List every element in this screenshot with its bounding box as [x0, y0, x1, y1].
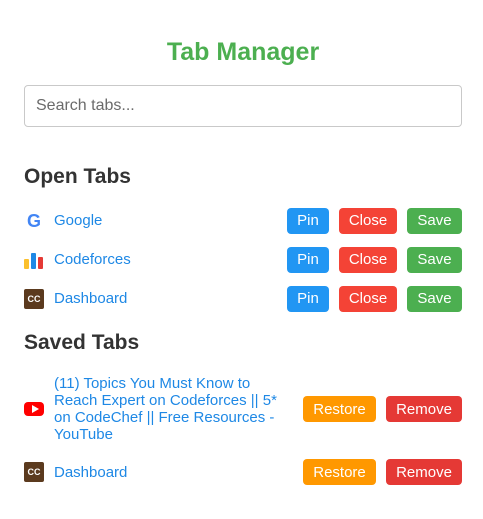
tab-manager-app: Tab Manager Open Tabs G Google Pin Close…: [0, 0, 483, 519]
app-title: Tab Manager: [166, 38, 320, 66]
open-tab-actions: Pin Close Save: [287, 207, 462, 234]
open-tab-actions: Pin Close Save: [287, 246, 462, 273]
saved-tab-actions: Restore Remove: [303, 396, 462, 422]
pin-button[interactable]: Pin: [287, 246, 329, 273]
open-tab-row: G Google Pin Close Save: [24, 207, 462, 234]
google-icon: G: [26, 210, 41, 231]
youtube-icon: [24, 399, 44, 419]
saved-tab-row: CC Dashboard Restore Remove: [24, 459, 462, 485]
remove-button[interactable]: Remove: [386, 459, 462, 485]
open-tabs-list: G Google Pin Close Save Codeforces Pin C…: [24, 207, 462, 312]
search-input[interactable]: [24, 85, 462, 127]
codechef-icon: CC: [24, 288, 44, 309]
saved-tab-row: (11) Topics You Must Know to Reach Exper…: [24, 374, 462, 444]
open-tab-title[interactable]: Codeforces: [54, 251, 287, 268]
open-tabs-heading: Open Tabs: [24, 165, 131, 188]
codeforces-icon: [24, 250, 44, 270]
codeforces-bar-yellow: [24, 258, 29, 269]
saved-tabs-heading: Saved Tabs: [24, 331, 140, 354]
close-button[interactable]: Close: [339, 285, 397, 312]
youtube-icon-bg: [24, 402, 44, 416]
codeforces-bar-blue: [31, 252, 36, 269]
codeforces-bar-red: [38, 256, 43, 269]
pin-button[interactable]: Pin: [287, 285, 329, 312]
save-button[interactable]: Save: [407, 285, 462, 312]
save-button[interactable]: Save: [407, 207, 462, 234]
restore-button[interactable]: Restore: [303, 459, 376, 485]
saved-tab-title[interactable]: (11) Topics You Must Know to Reach Exper…: [54, 375, 303, 443]
youtube-play-icon: [31, 405, 39, 413]
saved-tabs-list: (11) Topics You Must Know to Reach Exper…: [24, 374, 462, 485]
pin-button[interactable]: Pin: [287, 207, 329, 234]
close-button[interactable]: Close: [339, 207, 397, 234]
saved-tab-actions: Restore Remove: [303, 459, 462, 485]
open-tab-title[interactable]: Dashboard: [54, 290, 287, 307]
codechef-icon: CC: [24, 462, 44, 482]
open-tab-row: CC Dashboard Pin Close Save: [24, 285, 462, 312]
save-button[interactable]: Save: [407, 246, 462, 273]
restore-button[interactable]: Restore: [303, 396, 376, 422]
open-tab-row: Codeforces Pin Close Save: [24, 246, 462, 273]
close-button[interactable]: Close: [339, 246, 397, 273]
saved-tab-title[interactable]: Dashboard: [54, 464, 303, 481]
open-tab-actions: Pin Close Save: [287, 285, 462, 312]
remove-button[interactable]: Remove: [386, 396, 462, 422]
open-tab-title[interactable]: Google: [54, 212, 287, 229]
